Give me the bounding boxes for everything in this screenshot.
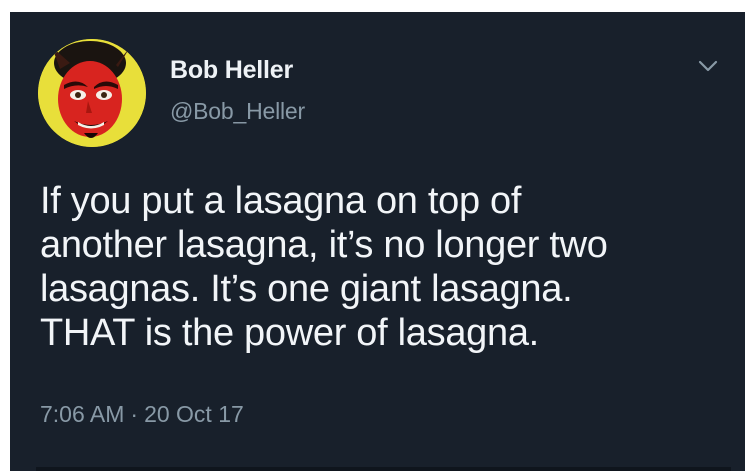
avatar[interactable] — [38, 39, 146, 147]
divider — [36, 467, 731, 471]
author-handle[interactable]: @Bob_Heller — [170, 98, 305, 125]
meta-separator: · — [130, 401, 139, 427]
tweet-time: 7:06 AM — [40, 401, 125, 427]
tweet-card: Bob Heller @Bob_Heller If you put a lasa… — [10, 12, 745, 471]
tweet-text: If you put a lasagna on top of another l… — [40, 180, 608, 354]
chevron-down-icon[interactable] — [696, 54, 720, 78]
author-name[interactable]: Bob Heller — [170, 56, 293, 85]
tweet-date: 20 Oct 17 — [144, 401, 244, 427]
tweet-timestamp[interactable]: 7:06 AM · 20 Oct 17 — [40, 401, 244, 428]
red-devil-face-icon — [38, 39, 146, 147]
